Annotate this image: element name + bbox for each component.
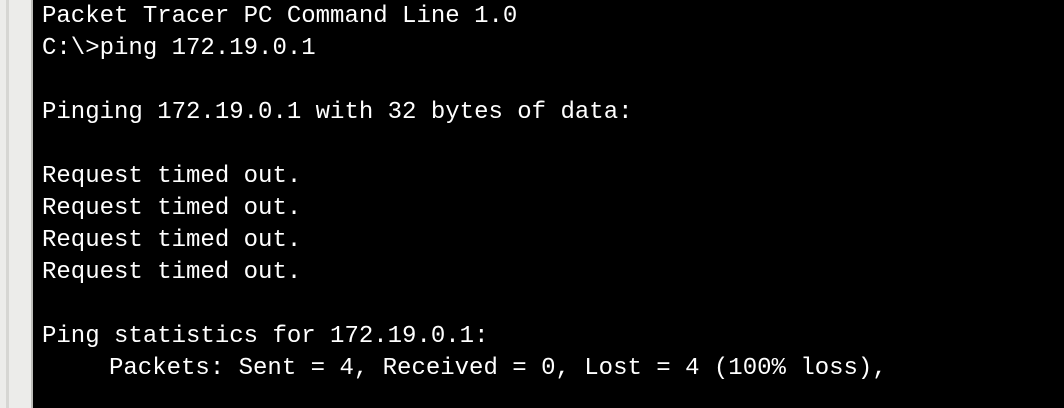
ping-response-line: Request timed out. — [42, 163, 302, 190]
terminal-title-line: Packet Tracer PC Command Line 1.0 — [42, 3, 518, 30]
ping-response-line: Request timed out. — [42, 195, 302, 222]
ping-header-line: Pinging 172.19.0.1 with 32 bytes of data… — [42, 99, 633, 126]
ping-response-line: Request timed out. — [42, 227, 302, 254]
ping-statistics-packets: Packets: Sent = 4, Received = 0, Lost = … — [109, 355, 887, 382]
terminal-command-line: C:\>ping 172.19.0.1 — [42, 35, 316, 62]
left-window-frame — [0, 0, 33, 408]
command-line-terminal[interactable]: Packet Tracer PC Command Line 1.0 C:\>pi… — [33, 0, 1064, 408]
ping-statistics-header: Ping statistics for 172.19.0.1: — [42, 323, 489, 350]
packet-tracer-window: Packet Tracer PC Command Line 1.0 C:\>pi… — [0, 0, 1064, 408]
ping-response-line: Request timed out. — [42, 259, 302, 286]
